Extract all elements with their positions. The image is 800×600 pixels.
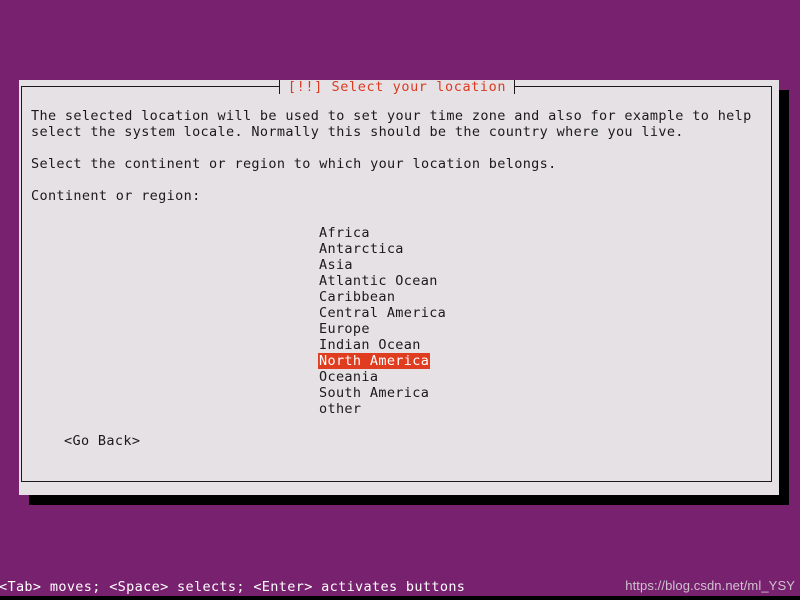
list-item[interactable]: Oceania: [318, 369, 447, 385]
list-item[interactable]: Asia: [318, 257, 447, 273]
region-option-africa[interactable]: Africa: [318, 225, 371, 241]
region-option-central-america[interactable]: Central America: [318, 305, 447, 321]
paragraph-spacer-2: [31, 172, 761, 188]
region-option-oceania[interactable]: Oceania: [318, 369, 379, 385]
list-item[interactable]: Caribbean: [318, 289, 447, 305]
region-option-caribbean[interactable]: Caribbean: [318, 289, 396, 305]
list-item[interactable]: South America: [318, 385, 447, 401]
list-item[interactable]: Africa: [318, 225, 447, 241]
list-item[interactable]: Indian Ocean: [318, 337, 447, 353]
region-option-atlantic-ocean[interactable]: Atlantic Ocean: [318, 273, 439, 289]
region-list[interactable]: Africa Antarctica Asia Atlantic Ocean Ca…: [318, 225, 447, 417]
bottom-rule: [0, 596, 800, 600]
paragraph-spacer-1: [31, 140, 761, 156]
dialog-body: The selected location will be used to se…: [31, 108, 761, 204]
select-location-dialog: [!!] Select your location The selected l…: [19, 80, 779, 495]
region-option-asia[interactable]: Asia: [318, 257, 354, 273]
region-option-europe[interactable]: Europe: [318, 321, 371, 337]
region-option-south-america[interactable]: South America: [318, 385, 430, 401]
region-option-north-america[interactable]: North America: [318, 353, 431, 369]
list-item[interactable]: Antarctica: [318, 241, 447, 257]
list-item[interactable]: Atlantic Ocean: [318, 273, 447, 289]
region-option-other[interactable]: other: [318, 401, 362, 417]
watermark-url: https://blog.csdn.net/ml_YSY: [625, 578, 795, 593]
description-paragraph-1: The selected location will be used to se…: [31, 108, 752, 140]
list-item[interactable]: North America: [318, 353, 447, 369]
list-item[interactable]: Europe: [318, 321, 447, 337]
description-paragraph-2: Select the continent or region to which …: [31, 156, 557, 172]
status-help-bar: <Tab> moves; <Space> selects; <Enter> ac…: [0, 578, 800, 596]
list-item[interactable]: other: [318, 401, 447, 417]
go-back-button[interactable]: <Go Back>: [64, 433, 140, 449]
installer-screen: [!!] Select your location The selected l…: [0, 0, 800, 600]
keyboard-help-text: <Tab> moves; <Space> selects; <Enter> ac…: [0, 579, 466, 595]
region-option-indian-ocean[interactable]: Indian Ocean: [318, 337, 422, 353]
region-option-antarctica[interactable]: Antarctica: [318, 241, 405, 257]
continent-field-label: Continent or region:: [31, 188, 201, 204]
list-item[interactable]: Central America: [318, 305, 447, 321]
